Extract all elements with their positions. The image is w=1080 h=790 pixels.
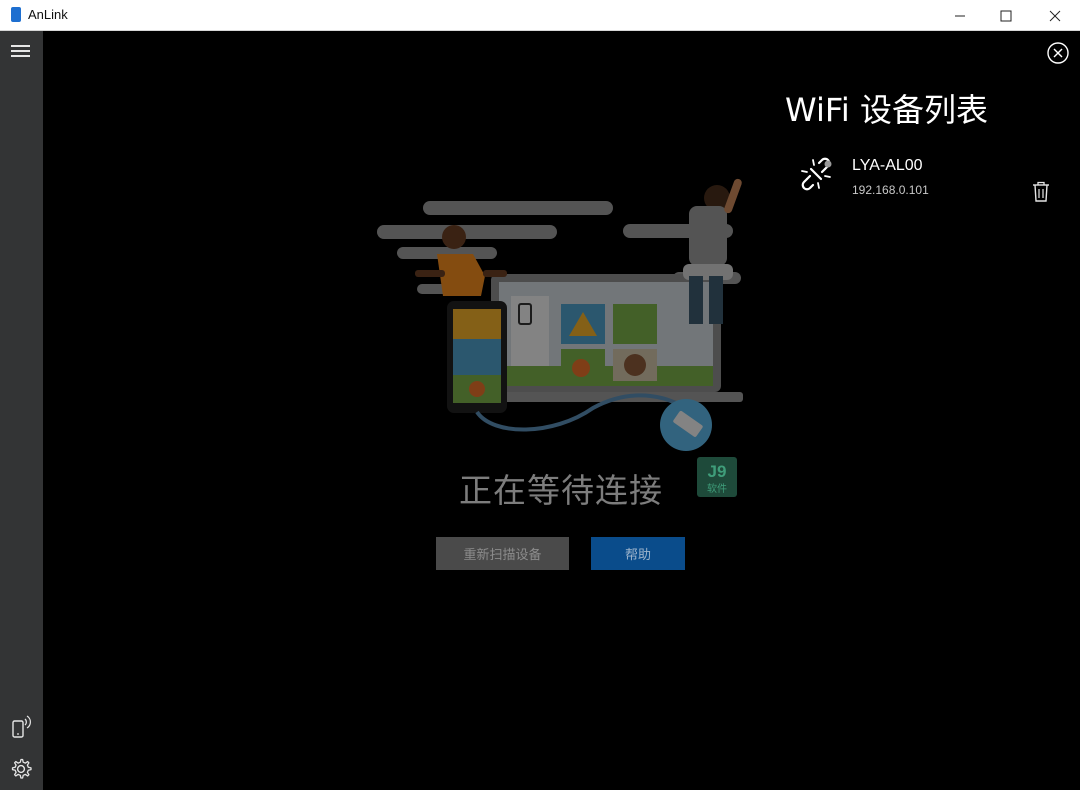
close-button[interactable] bbox=[1032, 0, 1078, 31]
device-ip: 192.168.0.101 bbox=[852, 183, 929, 197]
window-titlebar: AnLink bbox=[0, 0, 1080, 31]
app-icon bbox=[11, 7, 21, 22]
sidebar bbox=[0, 31, 43, 790]
watermark-logo: J9 软件 bbox=[697, 457, 737, 497]
gear-icon[interactable] bbox=[8, 756, 34, 782]
device-list-item[interactable]: LYA-AL00 192.168.0.101 bbox=[795, 153, 1065, 209]
phone-wireless-icon[interactable] bbox=[8, 713, 34, 739]
circle-close-icon[interactable] bbox=[1046, 41, 1070, 65]
maximize-icon bbox=[1000, 10, 1012, 21]
device-name: LYA-AL00 bbox=[852, 157, 923, 174]
wifi-panel-title: WiFi 设备列表 bbox=[785, 91, 988, 129]
trash-icon[interactable] bbox=[1031, 181, 1051, 203]
waiting-status-text: 正在等待连接 bbox=[459, 471, 663, 510]
help-button[interactable]: 帮助 bbox=[591, 537, 685, 570]
maximize-button[interactable] bbox=[983, 0, 1029, 31]
window-title: AnLink bbox=[28, 7, 68, 22]
close-icon bbox=[1049, 10, 1061, 21]
main-content: 正在等待连接 J9 软件 重新扫描设备 帮助 WiFi 设备列表 LYA-AL0… bbox=[43, 31, 1080, 790]
svg-text:软件: 软件 bbox=[707, 482, 727, 495]
minimize-button[interactable] bbox=[937, 0, 983, 31]
hamburger-menu-icon[interactable] bbox=[8, 38, 34, 64]
svg-text:J9: J9 bbox=[708, 462, 727, 481]
minimize-icon bbox=[955, 15, 965, 16]
rescan-devices-button[interactable]: 重新扫描设备 bbox=[436, 537, 569, 570]
broken-link-icon bbox=[799, 157, 833, 191]
connection-illustration bbox=[377, 178, 743, 451]
